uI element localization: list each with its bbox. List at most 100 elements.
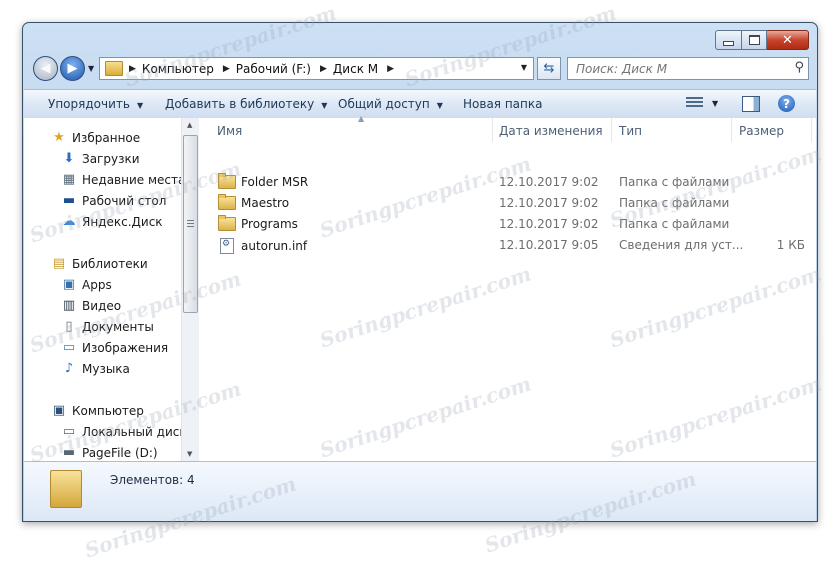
minimize-button[interactable] [715,30,742,50]
file-name-cell: Maestro [218,194,290,210]
address-bar[interactable]: ▶ Компьютер ▶ Рабочий (F:) ▶ Диск M ▶ ▼ [99,57,534,80]
breadcrumb-chevron[interactable]: ▶ [129,64,136,74]
column-divider[interactable] [811,118,812,142]
nav-item-local-disk[interactable]: ▭ Локальный диск ( [61,422,181,441]
file-type: Папка с файлами [619,196,730,210]
caption-buttons: ✕ [715,30,809,50]
search-icon[interactable]: ⚲ [794,60,804,75]
column-divider[interactable] [611,118,612,142]
navigation-pane: ★ Избранное ⬇ Загрузки ▦ Недавние места ▬ Ра… [24,118,181,461]
close-button[interactable]: ✕ [767,30,809,50]
breadcrumb-item[interactable]: Рабочий (F:) ▶ [236,62,327,76]
column-size[interactable]: Размер [739,124,784,138]
star-icon: ★ [53,130,65,145]
share-label: Общий доступ [338,97,430,111]
scrollbar-thumb[interactable] [183,135,198,313]
chevron-right-icon: ▶ [387,63,395,74]
organize-button[interactable]: Упорядочить ▼ [48,97,143,111]
nav-item-label: Яндекс.Диск [82,214,163,229]
chevron-right-icon: ▶ [129,63,136,74]
folder-icon [218,194,236,210]
scroll-down-arrow-icon[interactable]: ▼ [187,450,192,458]
folder-icon [105,61,123,76]
arrow-right-icon: ▶ [67,61,78,76]
navigation-bar: ◀ ▶ ▼ ▶ Компьютер ▶ Рабочий (F:) ▶ Диск M ▶… [33,56,809,81]
nav-item-label: Изображения [82,340,169,355]
column-name[interactable]: Имя [217,124,242,138]
drive-icon: ▬ [62,445,76,460]
file-row[interactable]: Maestro 12.10.2017 9:02 Папка с файлами [199,193,816,213]
nav-item-desktop[interactable]: ▬ Рабочий стол [61,191,167,210]
folder-icon [218,173,236,189]
file-row[interactable]: Folder MSR 12.10.2017 9:02 Папка с файла… [199,172,816,192]
nav-header-label: Компьютер [72,403,144,418]
file-row[interactable]: autorun.inf 12.10.2017 9:05 Сведения для… [199,235,816,255]
close-icon: ✕ [782,32,793,48]
nav-item-pictures[interactable]: ▭ Изображения [61,338,168,357]
nav-header-label: Избранное [72,130,141,145]
chevron-right-icon: ▶ [320,63,327,74]
chevron-down-icon: ▼ [136,101,144,110]
nav-item-pagefile[interactable]: ▬ PageFile (D:) [61,443,158,461]
column-divider[interactable] [492,118,493,142]
forward-button[interactable]: ▶ [60,56,85,81]
nav-item-label: Документы [82,319,154,334]
apps-library-icon: ▣ [62,277,76,292]
refresh-button[interactable]: ⇆ [537,57,561,80]
back-button[interactable]: ◀ [33,56,58,81]
recent-pages-dropdown[interactable]: ▼ [88,64,94,73]
nav-item-recent-places[interactable]: ▦ Недавние места [61,170,181,189]
file-name: autorun.inf [241,239,308,253]
computer-icon: ▣ [52,403,66,418]
breadcrumb-label: Диск M [332,61,379,76]
file-type: Папка с файлами [619,175,730,189]
scroll-up-arrow-icon[interactable]: ▲ [187,121,192,129]
nav-item-apps[interactable]: ▣ Apps [61,275,112,294]
maximize-button[interactable] [742,30,767,50]
nav-header-favorites[interactable]: ★ Избранное [51,128,140,147]
arrow-left-icon: ◀ [40,61,51,76]
nav-item-yandex-disk[interactable]: ☁ Яндекс.Диск [61,212,163,231]
nav-item-music[interactable]: ♪ Музыка [61,359,130,378]
help-icon[interactable]: ? [778,95,795,112]
nav-header-label: Библиотеки [72,256,148,271]
recent-places-icon: ▦ [62,172,76,187]
chevron-down-icon[interactable]: ▼ [712,99,718,108]
content-area: ★ Избранное ⬇ Загрузки ▦ Недавние места ▬ Ра… [24,114,816,461]
file-name: Maestro [241,196,290,210]
pictures-icon: ▭ [62,340,76,355]
file-name-cell: Folder MSR [218,173,308,189]
nav-pane-scrollbar[interactable]: ▲ ▼ [181,118,199,461]
file-list: ▲ Имя Дата изменения Тип Размер Folder M… [199,114,816,461]
settings-file-icon [220,238,234,254]
file-date: 12.10.2017 9:02 [499,217,599,231]
refresh-icon: ⇆ [543,61,555,76]
add-to-library-label: Добавить в библиотеку [165,97,315,111]
search-box[interactable]: ⚲ [567,57,809,80]
nav-item-video[interactable]: ▥ Видео [61,296,121,315]
address-history-dropdown[interactable]: ▼ [521,63,527,72]
search-input[interactable] [574,60,778,77]
documents-icon: ▯ [65,319,73,334]
nav-header-computer[interactable]: ▣ Компьютер [51,401,144,420]
breadcrumb-item[interactable]: Диск M ▶ [333,62,394,76]
downloads-icon: ⬇ [63,151,75,166]
nav-header-libraries[interactable]: ▤ Библиотеки [51,254,148,273]
nav-item-label: Локальный диск ( [82,424,181,439]
chevron-down-icon: ▼ [436,101,443,110]
breadcrumb-label: Рабочий (F:) [235,61,311,76]
views-icon[interactable] [686,97,703,109]
nav-item-downloads[interactable]: ⬇ Загрузки [61,149,140,168]
new-folder-button[interactable]: Новая папка [463,97,542,111]
file-row[interactable]: Programs 12.10.2017 9:02 Папка с файлами [199,214,816,234]
column-divider[interactable] [731,118,732,142]
breadcrumb-label: Компьютер [141,61,214,76]
column-type[interactable]: Тип [619,124,642,138]
preview-pane-icon[interactable] [742,96,760,112]
column-date[interactable]: Дата изменения [499,124,603,138]
organize-label: Упорядочить [48,97,130,111]
add-to-library-button[interactable]: Добавить в библиотеку ▼ [165,97,327,111]
breadcrumb-item[interactable]: Компьютер ▶ [142,62,230,76]
nav-item-documents[interactable]: ▯ Документы [61,317,154,336]
share-button[interactable]: Общий доступ ▼ [338,97,443,111]
